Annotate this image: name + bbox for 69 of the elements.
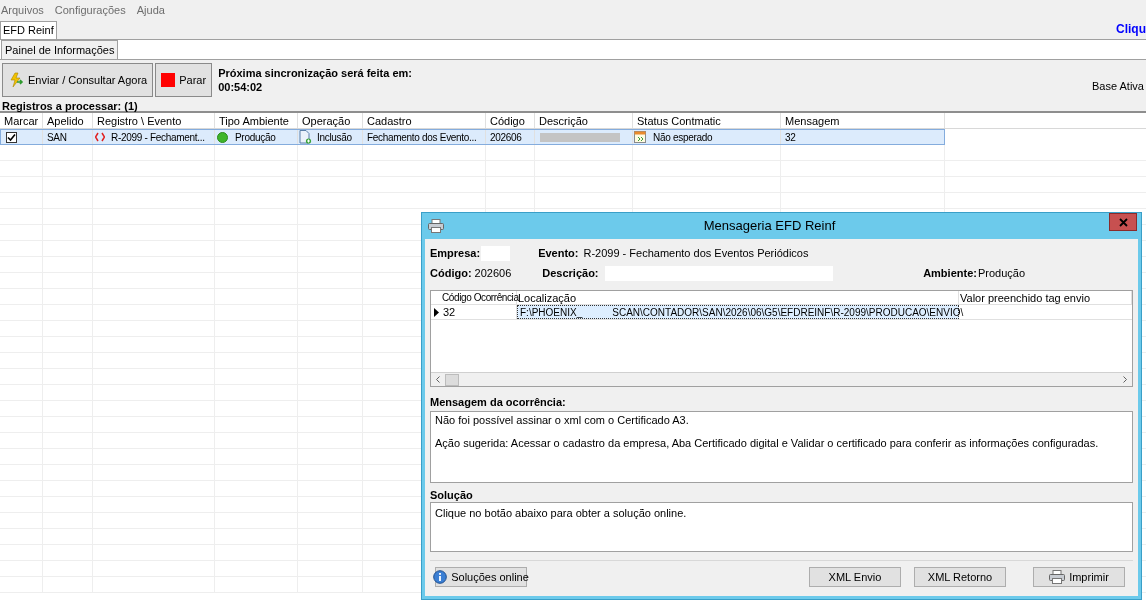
printer-icon xyxy=(1049,570,1066,584)
scrollbar-thumb[interactable] xyxy=(445,373,459,386)
app-icon xyxy=(428,219,444,233)
scroll-right-icon xyxy=(1123,376,1127,383)
column-header[interactable]: Valor preenchido tag envio xyxy=(959,291,1132,304)
stop-icon xyxy=(161,73,176,87)
section-label: Solução xyxy=(430,489,474,502)
queue-label: Registros a processar: (1) xyxy=(2,100,138,112)
calendar-icon xyxy=(634,131,646,143)
field-label: Código: xyxy=(430,265,472,281)
xml-button[interactable]: XML Envio xyxy=(809,567,901,587)
column-header[interactable]: Mensagem xyxy=(781,113,945,128)
tab[interactable]: EFD Reinf xyxy=(0,21,57,39)
send-button[interactable]: Enviar / Consultar Agora xyxy=(2,63,154,97)
lightning-arrow-icon xyxy=(8,72,24,88)
window-title: Mensageria EFD Reinf xyxy=(702,217,837,236)
table-cell-text: Produção xyxy=(235,130,276,145)
table-cell-text: Não esperado xyxy=(653,130,713,145)
link[interactable]: Cliqu xyxy=(1116,20,1146,39)
checkbox[interactable] xyxy=(6,131,17,143)
menu-item[interactable]: Configurações xyxy=(54,2,126,19)
table-cell-text: Inclusão xyxy=(317,130,352,145)
menu-item[interactable]: Ajuda xyxy=(136,2,165,19)
column-header[interactable]: Cadastro xyxy=(363,113,486,128)
print-button[interactable]: Imprimir xyxy=(1033,567,1125,587)
xml-button[interactable]: XML Retorno xyxy=(914,567,1006,587)
field-label: Evento: xyxy=(538,245,579,261)
table-row[interactable]: SAN R-2099 - Fechament... Produção Inclusão Fechamento dos Evento... 202606 Não esperado 32 xyxy=(0,129,945,145)
column-header[interactable]: Descrição xyxy=(535,113,633,128)
table-cell-text: R-2099 - Fechament... xyxy=(111,130,205,145)
message-text: Não foi possível assinar o xml com o Certificado A3. xyxy=(435,414,690,427)
table-cell: 32 xyxy=(785,132,796,143)
path-text: SCAN\CONTADOR\SAN\2026\06\G5\EFDREINF\R-2099\PRODUCAO\ENVIO\ xyxy=(612,306,964,318)
column-header[interactable]: Código Ocorrência xyxy=(441,291,517,304)
field-value: 202606 xyxy=(474,265,512,281)
message-text: Ação sugerida: Acessar o cadastro da empresa, Aba Certificado digital e Validar o certificado para conferir as informações configuradas. xyxy=(435,437,1100,450)
info-icon xyxy=(433,570,448,584)
field-label: Empresa: xyxy=(430,245,481,261)
event-icon xyxy=(95,132,105,142)
field-label: Ambiente: xyxy=(923,265,977,281)
field-value: Produção xyxy=(977,265,1025,281)
column-header[interactable]: Registro \ Evento xyxy=(93,113,215,128)
stop-button[interactable]: Parar xyxy=(155,63,213,97)
section-label: Mensagem da ocorrência: xyxy=(430,395,567,409)
column-header[interactable]: Apelido xyxy=(43,113,93,128)
table-cell: 202606 xyxy=(490,132,522,143)
column-header[interactable]: Tipo Ambiente xyxy=(215,113,298,128)
column-header[interactable]: Status Contmatic xyxy=(633,113,781,128)
sync-label: Próxima sincronização será feita em: xyxy=(218,66,412,80)
field-value: R-2099 - Fechamento dos Eventos Periódicos xyxy=(583,245,809,261)
table-cell: Fechamento dos Evento... xyxy=(367,132,477,143)
close-button[interactable] xyxy=(1109,213,1137,231)
solution-text: Clique no botão abaixo para obter a solução online. xyxy=(435,506,688,521)
column-header[interactable]: Marcar xyxy=(0,113,43,128)
table-cell: 32 xyxy=(443,306,456,318)
table-cell: SAN xyxy=(47,132,67,143)
sync-timer: 00:54:02 xyxy=(218,80,264,94)
status-text: Base Ativa xyxy=(1092,79,1144,94)
menu-item[interactable]: Arquivos xyxy=(1,2,44,19)
scroll-left-icon xyxy=(436,376,440,383)
document-add-icon xyxy=(299,130,312,144)
column-header[interactable]: Operação xyxy=(298,113,363,128)
column-header[interactable]: Código xyxy=(486,113,535,128)
field-label: Descrição: xyxy=(542,265,599,281)
tab[interactable]: Painel de Informações xyxy=(1,40,119,59)
online-solutions-button[interactable]: Soluções online xyxy=(435,567,527,587)
horizontal-scrollbar[interactable] xyxy=(431,372,1132,386)
close-icon xyxy=(1118,217,1128,227)
path-text: F:\PHOENIX_ xyxy=(520,306,583,318)
